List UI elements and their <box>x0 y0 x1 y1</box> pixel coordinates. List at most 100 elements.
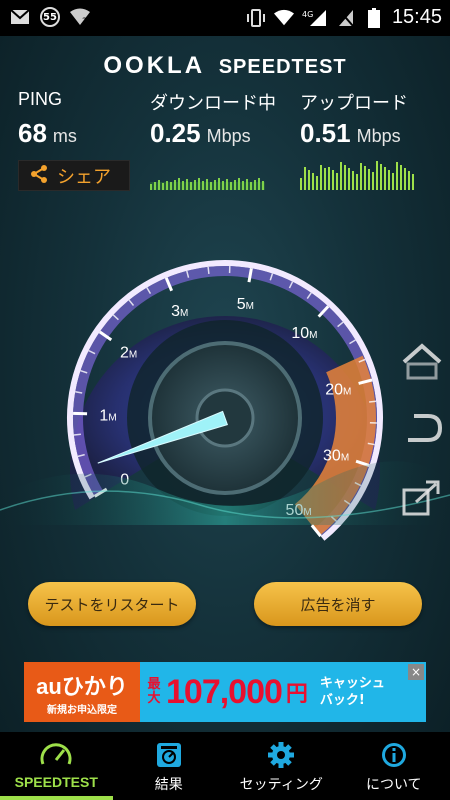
sparkline-bar <box>404 168 406 190</box>
sparkline-bar <box>154 182 156 190</box>
info-icon <box>381 743 406 767</box>
sparkline-bar <box>178 178 180 190</box>
restart-test-button[interactable]: テストをリスタート <box>28 582 196 626</box>
nav-about-label: について <box>365 777 422 793</box>
sparkline-bar <box>400 165 402 190</box>
sparkline-bar <box>246 179 248 190</box>
download-label: ダウンロード中 <box>150 93 276 113</box>
sparkline-bar <box>364 166 366 190</box>
sparkline-bar <box>348 168 350 190</box>
svg-text:?: ? <box>82 17 87 26</box>
ad-subtext: 新規お申込限定 <box>47 704 117 716</box>
ad-banner[interactable]: auひかり 新規お申込限定 最大 107,000 円 キャッシュ バック! × <box>24 662 426 722</box>
vibrate-icon <box>246 8 266 28</box>
sparkline-bar <box>300 178 302 190</box>
sparkline-bar <box>190 182 192 190</box>
sparkline-bar <box>368 169 370 190</box>
ad-close-button[interactable]: × <box>408 664 424 680</box>
status-bar: 55 ? 4G 15:45 <box>0 0 450 36</box>
battery-icon <box>364 7 384 28</box>
ping-number: 68 <box>18 118 47 148</box>
gauge-tick-label: 5M <box>237 296 254 313</box>
clock: 15:45 <box>391 6 442 28</box>
gauge-minor-tick <box>207 266 210 274</box>
sparkline-bar <box>166 181 168 190</box>
sparkline-bar <box>360 163 362 190</box>
sparkline-bar <box>254 180 256 190</box>
download-number: 0.25 <box>150 118 201 148</box>
nav-speedtest[interactable]: SPEEDTEST <box>0 732 113 800</box>
sparkline-bar <box>206 179 208 190</box>
nav-speedtest-label: SPEEDTEST <box>14 774 98 790</box>
sparkline-bar <box>316 176 318 190</box>
download-value: 0.25 Mbps <box>150 118 251 149</box>
home-button[interactable] <box>400 338 444 382</box>
network-type-label: 4G <box>302 10 313 19</box>
speedtest-logo: SPEEDTEST <box>218 56 347 78</box>
share-label: シェア <box>57 166 111 188</box>
ad-amount: 107,000 <box>166 672 283 711</box>
results-icon <box>156 743 181 767</box>
speed-gauge: 01M2M3M5M10M20M30M50M <box>0 260 450 541</box>
nav-settings[interactable]: セッティング <box>225 732 338 800</box>
wifi-question-icon: ? <box>70 7 90 27</box>
sparkline-bar <box>356 174 358 190</box>
sparkline-bar <box>332 170 334 190</box>
sparkline-bar <box>222 181 224 190</box>
download-sparkline <box>150 178 265 190</box>
nav-about[interactable]: について <box>338 732 450 800</box>
wifi-icon <box>273 8 294 28</box>
sparkline-bar <box>226 179 228 190</box>
sparkline-bar <box>242 181 244 190</box>
sparkline-bar <box>352 171 354 190</box>
sparkline-bar <box>388 170 390 190</box>
share-button[interactable]: シェア <box>18 160 130 191</box>
sparkline-bar <box>158 180 160 190</box>
sparkline-bar <box>392 173 394 190</box>
notification-badge-icon: 55 <box>40 7 60 27</box>
nav-results[interactable]: 結果 <box>113 732 226 800</box>
sparkline-bar <box>328 167 330 190</box>
sparkline-bar <box>372 172 374 190</box>
ad-brand-block: auひかり 新規お申込限定 <box>24 662 140 722</box>
remove-ads-button[interactable]: 広告を消す <box>254 582 422 626</box>
gauge-tick-label: 3M <box>171 303 188 320</box>
sparkline-bar <box>230 182 232 190</box>
share-icon <box>29 164 49 188</box>
sparkline-bar <box>344 165 346 190</box>
sparkline-bar <box>186 179 188 190</box>
sparkline-bar <box>210 182 212 190</box>
sparkline-bar <box>312 173 314 190</box>
sparkline-bar <box>396 162 398 190</box>
sparkline-bar <box>408 171 410 190</box>
upload-unit: Mbps <box>356 126 401 146</box>
sparkline-bar <box>194 180 196 190</box>
upload-value: 0.51 Mbps <box>300 118 401 149</box>
sparkline-bar <box>150 184 152 190</box>
sparkline-bar <box>182 181 184 190</box>
sparkline-bar <box>384 167 386 190</box>
speedometer-icon <box>40 743 72 765</box>
sparkline-bar <box>412 174 414 190</box>
ping-unit: ms <box>52 126 77 146</box>
gear-icon <box>268 742 295 768</box>
sparkline-bar <box>324 168 326 190</box>
sparkline-bar <box>304 167 306 190</box>
sparkline-bar <box>376 161 378 190</box>
no-sim-icon <box>336 8 356 28</box>
sparkline-bar <box>170 182 172 190</box>
sparkline-bar <box>262 181 264 190</box>
ad-cashback: キャッシュ バック! <box>320 675 385 709</box>
ping-value: 68 ms <box>18 118 77 149</box>
ping-label: PING <box>18 89 63 109</box>
back-button[interactable] <box>400 408 444 452</box>
external-share-button[interactable] <box>400 476 444 520</box>
sparkline-bar <box>162 183 164 190</box>
sparkline-bar <box>258 178 260 190</box>
sparkline-bar <box>320 165 322 190</box>
gauge-tick-label: 10M <box>291 325 317 342</box>
upload-label: アップロード <box>300 93 408 113</box>
sparkline-bar <box>218 178 220 190</box>
signal-icon: 4G <box>302 8 328 28</box>
gauge-minor-tick <box>73 433 81 436</box>
